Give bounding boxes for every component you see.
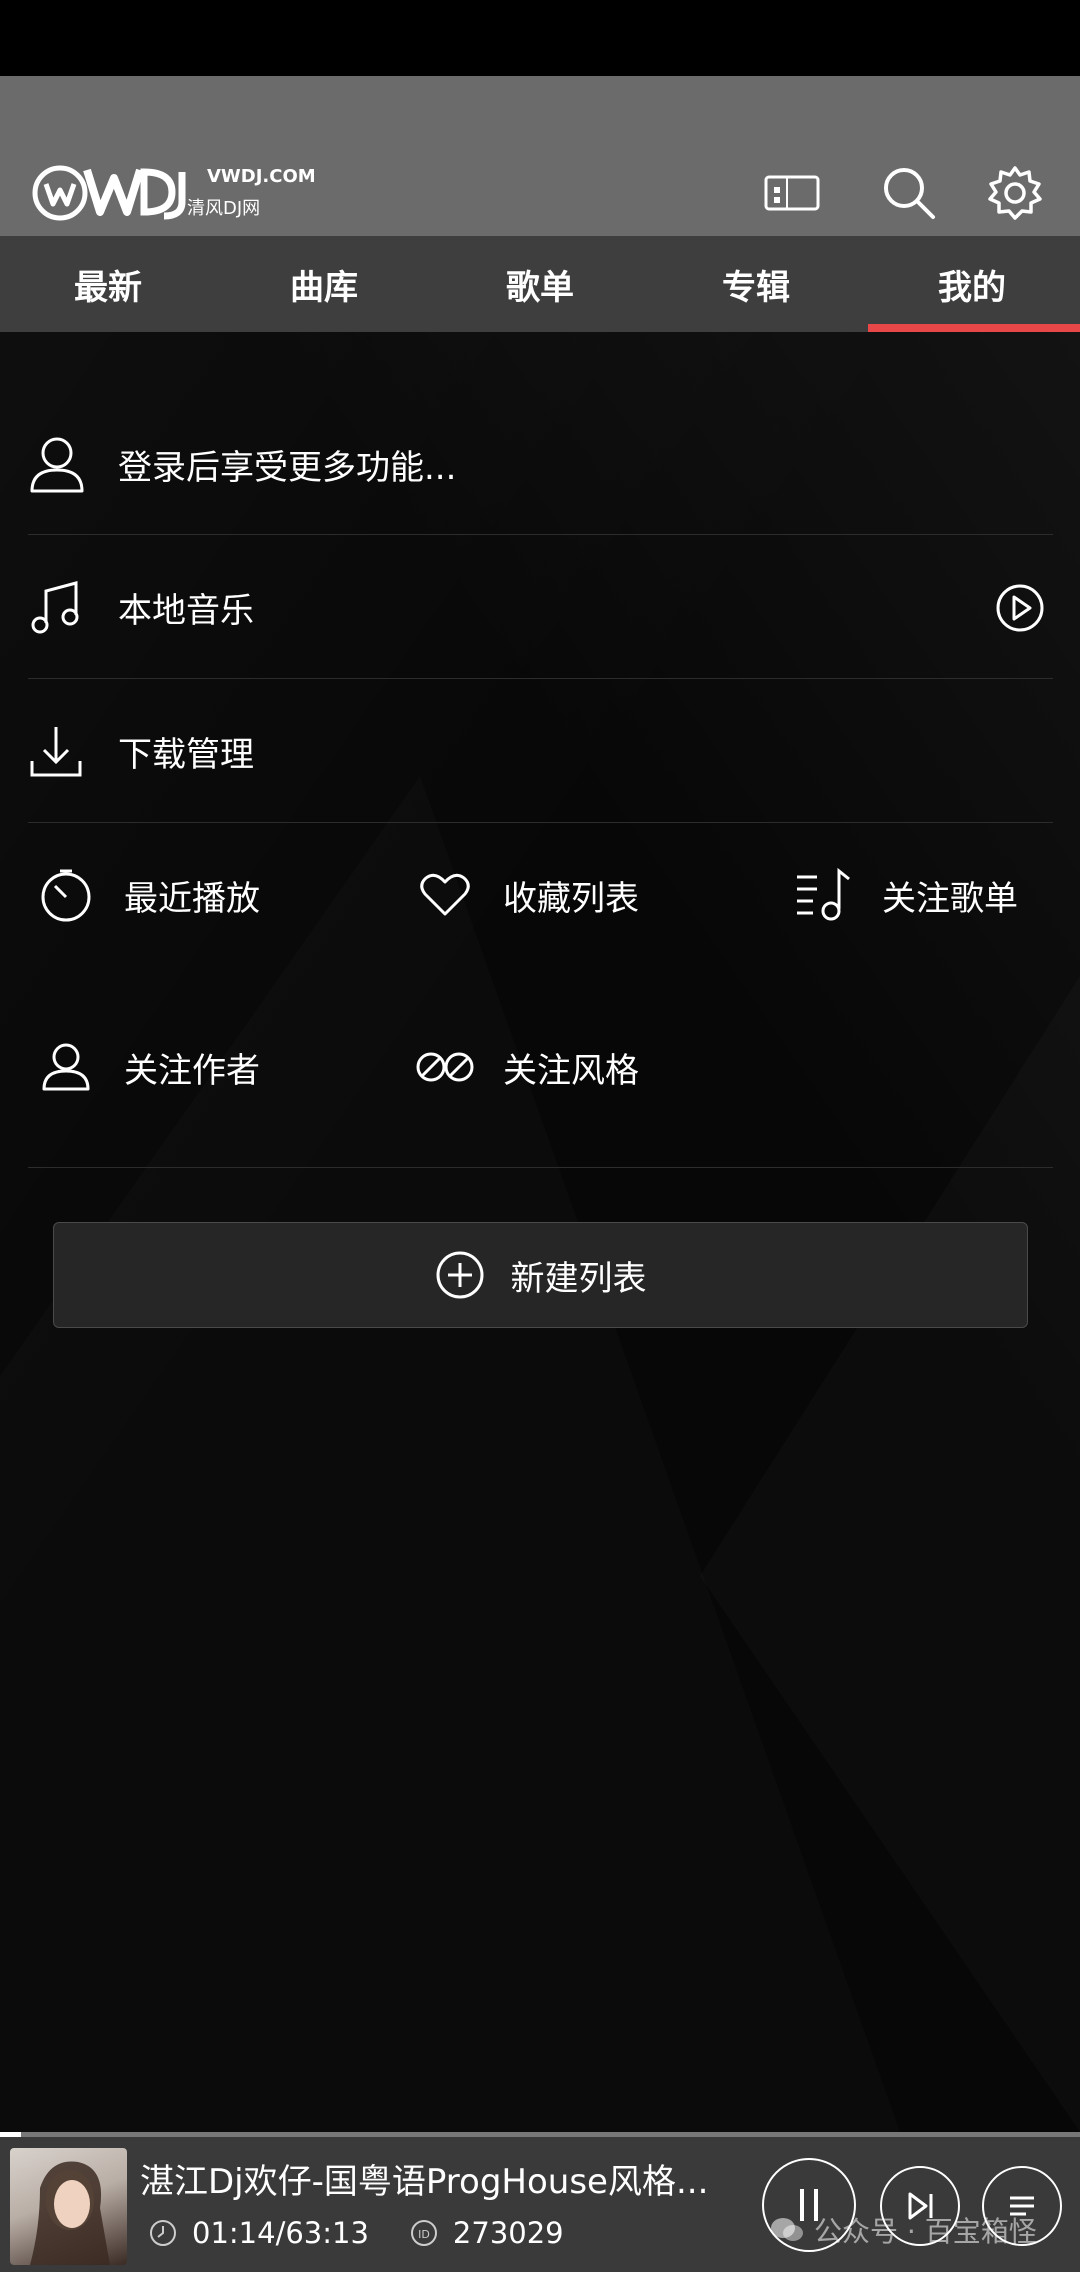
wechat-icon — [770, 2216, 804, 2244]
clock-icon — [150, 2220, 176, 2246]
new-list-button[interactable]: 新建列表 — [53, 1222, 1028, 1328]
followed-authors-label: 关注作者 — [124, 1050, 260, 1091]
local-music-row[interactable]: 本地音乐 — [28, 535, 1053, 679]
logo-text: VWDJ.COM — [207, 166, 316, 187]
gear-icon[interactable] — [980, 158, 1050, 228]
music-note-icon — [28, 568, 106, 646]
new-list-label: 新建列表 — [510, 1258, 647, 1299]
divider — [28, 822, 1053, 823]
watermark-text: 公众号 · 百宝箱怪 — [814, 2215, 1037, 2248]
play-circle-icon[interactable] — [995, 583, 1045, 633]
favorites-item[interactable]: 收藏列表 — [415, 850, 639, 940]
tab-albums[interactable]: 专辑 — [648, 236, 864, 332]
plus-circle-icon — [435, 1250, 485, 1300]
song-title: 湛江Dj欢仔-国粤语ProgHouse风格... — [140, 2162, 709, 2202]
divider — [28, 1167, 1053, 1168]
status-bar — [0, 0, 1080, 76]
logo-subtext: 清风DJ网 — [187, 198, 261, 219]
followed-playlists-label: 关注歌单 — [882, 878, 1018, 919]
main-tabs: 最新 曲库 歌单 专辑 我的 — [0, 236, 1080, 332]
app-header: VWDJ.COM 清风DJ网 — [0, 76, 1080, 236]
tab-mine[interactable]: 我的 — [864, 236, 1080, 332]
recent-play-label: 最近播放 — [124, 878, 260, 919]
style-icon — [415, 1037, 475, 1097]
app-logo: VWDJ.COM 清风DJ网 — [32, 160, 316, 226]
favorites-label: 收藏列表 — [503, 878, 639, 919]
progress-fill — [0, 2132, 22, 2137]
followed-styles-item[interactable]: 关注风格 — [415, 1022, 639, 1112]
playlist-music-icon — [794, 865, 854, 925]
watermark: 公众号 · 百宝箱怪 — [770, 2210, 1037, 2250]
followed-playlists-item[interactable]: 关注歌单 — [794, 850, 1018, 940]
author-icon — [36, 1037, 96, 1097]
search-icon[interactable] — [874, 158, 944, 228]
svg-text:ID: ID — [418, 2228, 430, 2241]
login-prompt: 登录后享受更多功能... — [118, 447, 457, 488]
mini-player[interactable]: 湛江Dj欢仔-国粤语ProgHouse风格... 01:14/63:13 ID … — [0, 2132, 1080, 2272]
local-music-label: 本地音乐 — [118, 590, 254, 631]
downloads-row[interactable]: 下载管理 — [28, 679, 1053, 823]
progress-bar[interactable] — [0, 2132, 1080, 2137]
followed-authors-item[interactable]: 关注作者 — [36, 1022, 260, 1112]
followed-styles-label: 关注风格 — [503, 1050, 639, 1091]
song-id: 273029 — [452, 2216, 564, 2250]
download-icon — [28, 712, 106, 790]
id-icon: ID — [410, 2220, 437, 2246]
heart-icon — [415, 865, 475, 925]
login-row[interactable]: 登录后享受更多功能... — [28, 392, 1053, 536]
user-icon — [28, 425, 106, 503]
cast-icon[interactable] — [757, 158, 827, 228]
downloads-label: 下载管理 — [118, 734, 254, 775]
timer-icon — [36, 865, 96, 925]
tab-library[interactable]: 曲库 — [216, 236, 432, 332]
tab-playlists[interactable]: 歌单 — [432, 236, 648, 332]
album-cover[interactable] — [10, 2148, 127, 2265]
recent-play-item[interactable]: 最近播放 — [36, 850, 260, 940]
tab-latest[interactable]: 最新 — [0, 236, 216, 332]
song-time: 01:14/63:13 — [192, 2216, 369, 2250]
song-meta: 01:14/63:13 ID 273029 — [148, 2216, 564, 2250]
